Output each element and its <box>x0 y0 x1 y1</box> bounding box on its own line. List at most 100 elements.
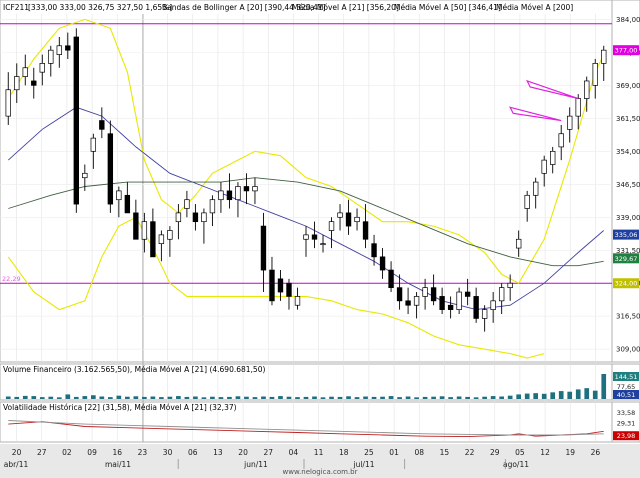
volume-bar <box>575 389 581 399</box>
candle-up <box>601 49 607 64</box>
price-badge-label: 324,00 <box>615 280 638 288</box>
candle-up <box>175 212 182 223</box>
candle-up <box>5 89 11 117</box>
volume-bar <box>14 396 20 399</box>
volume-bar <box>48 396 54 399</box>
candle-down <box>311 234 318 240</box>
price-badge-label: 329,67 <box>615 255 638 263</box>
candle-down <box>396 287 403 302</box>
volume-bar <box>397 397 402 399</box>
volume-bar <box>150 396 156 399</box>
candle-up <box>22 67 28 77</box>
volume-bar <box>414 397 419 399</box>
volume-legend: Volume Financeiro (3.162.565,50), Média … <box>3 365 265 374</box>
volume-bar <box>499 396 505 399</box>
main-legend: ICF211 [333,00 333,00 326,75 327,50 1,65… <box>1 1 573 12</box>
volume-bar <box>371 396 377 399</box>
candle-down <box>73 36 79 205</box>
legend-symbol: ICF211 <box>3 3 29 12</box>
x-tick-label: 25 <box>364 448 374 457</box>
candle-up <box>320 243 326 246</box>
x-tick-label: 27 <box>263 448 273 457</box>
volume-bar <box>363 396 368 399</box>
candle-up <box>141 221 148 240</box>
candle-down <box>277 278 284 293</box>
candle-down <box>405 300 411 306</box>
volume-bar <box>278 396 283 399</box>
candle-up <box>90 137 97 152</box>
candle-down <box>447 304 454 310</box>
candle-up <box>158 234 165 245</box>
volume-bar <box>56 397 62 399</box>
price-badge-label: 377,00 <box>615 47 638 55</box>
candle-down <box>362 221 369 240</box>
candle-up <box>481 309 488 319</box>
volatility-badge-label: 23,98 <box>617 432 636 440</box>
x-tick-label: 30 <box>163 448 173 457</box>
volume-bar <box>329 396 334 399</box>
x-tick-label: 23 <box>138 448 148 457</box>
candle-up <box>533 181 539 196</box>
x-tick-label: 11 <box>314 448 324 457</box>
y-tick-label: 346,50 <box>616 181 640 189</box>
candle-up <box>541 159 547 174</box>
volume-bar <box>167 396 173 399</box>
volume-bar <box>456 396 462 399</box>
volume-bar <box>22 395 28 399</box>
volume-bar <box>567 391 573 399</box>
volume-bar <box>482 396 487 399</box>
volume-bar <box>159 397 164 399</box>
x-tick-label: 12 <box>540 448 550 457</box>
x-tick-label: 29 <box>490 448 500 457</box>
volume-bar <box>99 396 105 399</box>
legend-ma21: Média Móvel A [21] [356,20] <box>292 3 399 12</box>
candle-down <box>107 133 114 205</box>
volume-bar <box>422 396 428 399</box>
volume-badge-label: 144,51 <box>615 373 638 381</box>
x-tick-label: 27 <box>37 448 47 457</box>
candle-down <box>31 80 37 86</box>
volume-bar <box>184 396 190 399</box>
x-tick-label: 08 <box>414 448 424 457</box>
volume-bar <box>142 396 147 399</box>
volume-bar <box>558 391 564 399</box>
volume-bar <box>90 395 96 399</box>
candle-down <box>99 120 105 130</box>
x-tick-label: 26 <box>591 448 601 457</box>
volume-bar <box>176 396 181 399</box>
x-tick-label: 22 <box>465 448 475 457</box>
candle-up <box>39 63 45 73</box>
candle-up <box>48 49 54 64</box>
month-label: jun/11 <box>243 460 268 469</box>
candle-down <box>150 221 156 258</box>
volume-bar <box>533 393 539 399</box>
month-label: mai/11 <box>105 460 131 469</box>
volume-bar <box>550 392 556 399</box>
month-label: abr/11 <box>4 460 29 469</box>
x-tick-label: 20 <box>238 448 248 457</box>
legend-ohlc: [333,00 333,00 326,75 327,50 1,65%] <box>28 3 172 12</box>
candle-up <box>567 115 573 130</box>
candle-down <box>439 296 445 310</box>
stock-chart: 22,29 20 27 02 09 16 23 30 06 13 20 27 04 11 18 25 01 08… <box>0 0 640 478</box>
candle-down <box>388 269 394 288</box>
x-tick-label: 15 <box>440 448 450 457</box>
volume-bar <box>252 397 258 399</box>
candle-down <box>464 291 471 297</box>
candle-up <box>303 234 309 240</box>
volatility-badge-label: 29,31 <box>617 419 636 427</box>
volume-bar <box>439 396 445 399</box>
volume-bar <box>261 396 266 399</box>
candle-down <box>286 282 292 297</box>
candle-up <box>422 287 428 297</box>
volume-bar <box>193 396 198 399</box>
y-tick-label: 369,00 <box>616 82 640 90</box>
candle-down <box>192 212 199 223</box>
volume-bar <box>473 397 479 399</box>
volume-bar <box>269 396 275 399</box>
volume-bar <box>346 396 351 399</box>
candle-up <box>592 63 598 86</box>
candle-down <box>473 296 479 319</box>
volume-bar <box>465 396 470 399</box>
candle-up <box>337 212 343 218</box>
